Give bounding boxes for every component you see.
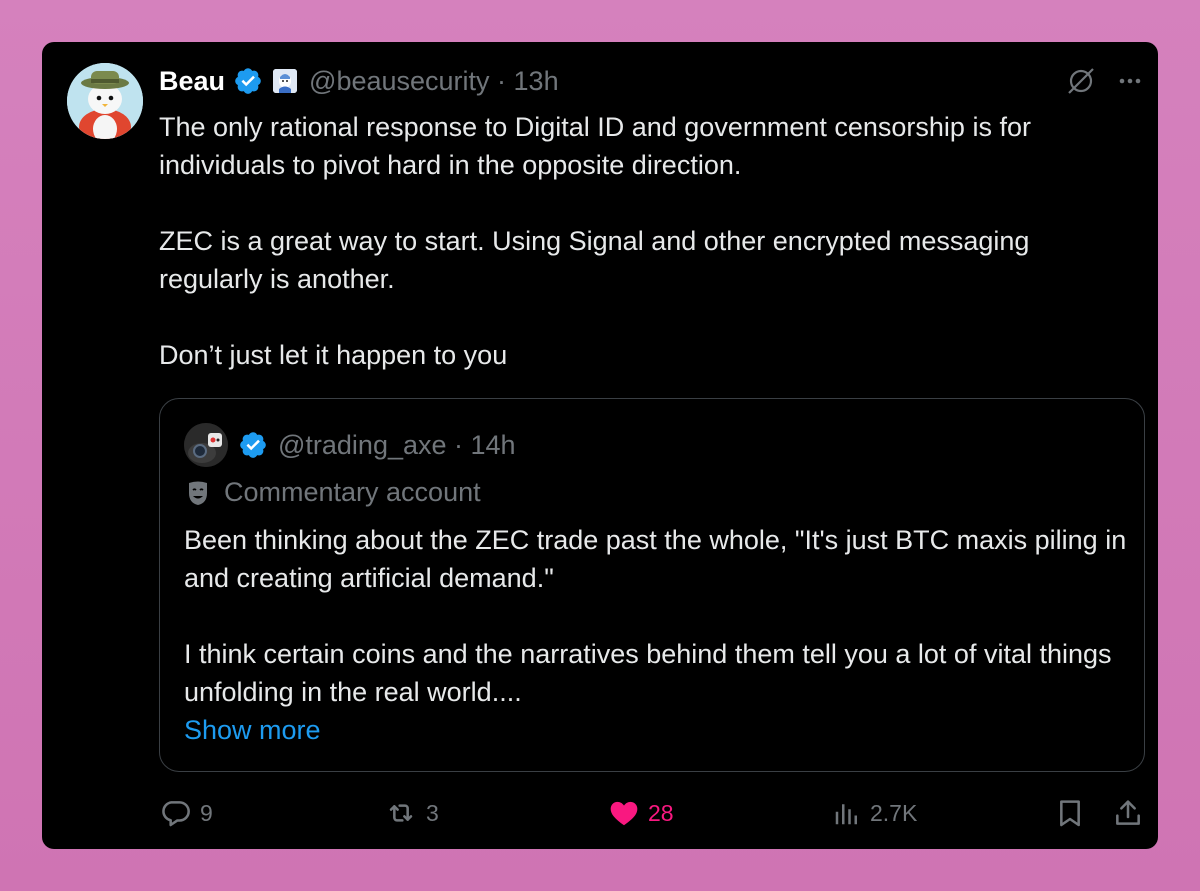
heart-icon: [608, 797, 640, 829]
verified-badge-icon[interactable]: [238, 430, 268, 460]
reply-button[interactable]: 9: [160, 797, 213, 829]
like-count: 28: [648, 799, 674, 826]
bookmark-icon: [1054, 797, 1086, 829]
quoted-tweet[interactable]: @trading_axe · 14h Commentary account Be…: [159, 398, 1145, 772]
quoted-time[interactable]: 14h: [471, 430, 516, 460]
author-name[interactable]: Beau: [159, 66, 225, 97]
quoted-paragraph: Been thinking about the ZEC trade past t…: [184, 525, 1127, 593]
quoted-avatar[interactable]: [184, 423, 228, 467]
commentary-label-text: Commentary account: [224, 477, 481, 507]
commentary-label: Commentary account: [184, 477, 481, 508]
tweet-paragraph: The only rational response to Digital ID…: [159, 112, 1031, 180]
more-icon[interactable]: [1116, 67, 1144, 95]
tweet-card[interactable]: Beau @beausecurity · 13h The only ration…: [42, 42, 1158, 849]
share-button[interactable]: [1112, 797, 1144, 829]
views-count: 2.7K: [870, 799, 918, 826]
tweet-action-bar: 9 3 28 2.7K: [42, 797, 1158, 837]
quoted-handle[interactable]: @trading_axe: [278, 430, 447, 460]
quoted-header: @trading_axe · 14h: [184, 421, 516, 469]
tweet-time[interactable]: 13h: [514, 66, 559, 96]
views-button[interactable]: 2.7K: [832, 797, 917, 829]
tweet-paragraph: Don’t just let it happen to you: [159, 340, 508, 370]
affiliate-badge-icon[interactable]: [273, 69, 298, 93]
reply-icon: [160, 797, 192, 829]
tweet-paragraph: ZEC is a great way to start. Using Signa…: [159, 226, 1030, 294]
tweet-top-actions: [1064, 64, 1144, 98]
grok-icon[interactable]: [1064, 64, 1098, 98]
quoted-paragraph: I think certain coins and the narratives…: [184, 639, 1112, 707]
reply-count: 9: [200, 799, 213, 826]
like-button[interactable]: 28: [608, 797, 674, 829]
author-handle-time[interactable]: @beausecurity · 13h: [309, 66, 559, 97]
repost-count: 3: [426, 799, 439, 826]
repost-button[interactable]: 3: [384, 797, 439, 829]
tweet-text: The only rational response to Digital ID…: [159, 108, 1134, 374]
show-more-link[interactable]: Show more: [184, 711, 321, 749]
theater-mask-icon: [184, 479, 212, 507]
tweet-header: Beau @beausecurity · 13h: [159, 62, 559, 100]
verified-badge-icon[interactable]: [233, 66, 263, 96]
repost-icon: [384, 797, 418, 829]
author-handle[interactable]: @beausecurity: [309, 66, 490, 96]
bookmark-button[interactable]: [1054, 797, 1086, 829]
views-icon: [832, 797, 862, 829]
quoted-handle-time[interactable]: @trading_axe · 14h: [278, 430, 516, 461]
share-icon: [1112, 797, 1144, 829]
quoted-text: Been thinking about the ZEC trade past t…: [184, 521, 1129, 711]
author-avatar[interactable]: [67, 63, 143, 139]
